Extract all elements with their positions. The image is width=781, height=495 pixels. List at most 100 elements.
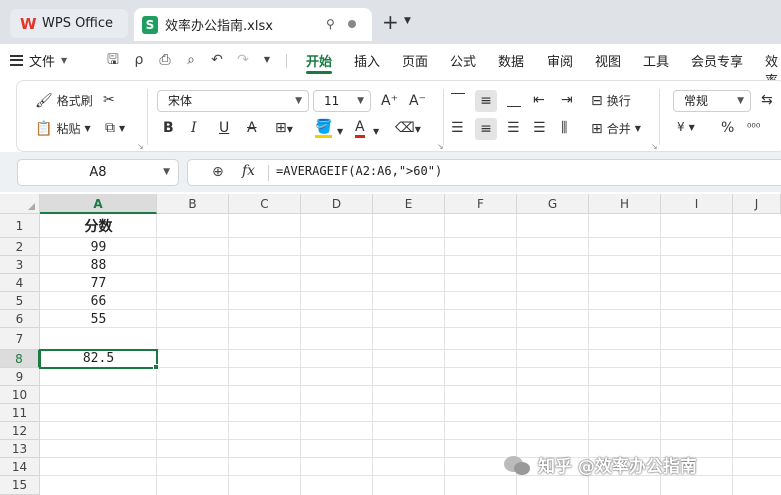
row-header-14[interactable]: 14 (0, 458, 40, 476)
menu-view[interactable]: 视图 (595, 51, 621, 70)
decrease-font-icon[interactable]: A⁻ (409, 93, 426, 109)
row-header-6[interactable]: 6 (0, 310, 40, 328)
align-middle-icon[interactable]: ≡ (475, 90, 497, 112)
formula-bar[interactable]: ⊕ fx =AVERAGEIF(A2:A6,">60") (187, 159, 781, 186)
column-header-e[interactable]: E (373, 194, 445, 214)
cell-a2[interactable]: 99 (40, 240, 157, 256)
export-pdf-icon[interactable]: ⍴ (130, 51, 148, 69)
chevron-down-icon[interactable]: ▼ (373, 124, 379, 140)
row-header-4[interactable]: 4 (0, 274, 40, 292)
increase-indent-icon[interactable]: ⇥ (561, 92, 573, 108)
distributed-icon[interactable]: ⫼ (561, 120, 567, 136)
copy-button[interactable]: ⧉ ▼ (105, 120, 125, 136)
row-header-8[interactable]: 8 (0, 350, 40, 368)
percent-icon[interactable]: % (721, 120, 734, 136)
chevron-down-icon[interactable]: ▼ (337, 124, 343, 140)
row-header-9[interactable]: 9 (0, 368, 40, 386)
column-header-h[interactable]: H (589, 194, 661, 214)
border-icon[interactable]: ⊞▼ (275, 120, 293, 138)
cell-a6[interactable]: 55 (40, 312, 157, 328)
font-size-select[interactable]: 11 ▼ (313, 90, 371, 112)
pin-icon[interactable]: ⚲ (326, 17, 338, 31)
menu-tools[interactable]: 工具 (643, 51, 669, 70)
merge-cells-button[interactable]: ⊞ 合并 ▼ (591, 120, 641, 137)
select-all-corner[interactable] (0, 194, 40, 214)
paste-button[interactable]: 📋 粘贴 ▼ (35, 120, 91, 137)
cell-a4[interactable]: 77 (40, 276, 157, 292)
tab-document[interactable]: S 效率办公指南.xlsx ⚲ (134, 8, 372, 41)
column-header-b[interactable]: B (157, 194, 229, 214)
currency-button[interactable]: ¥ ▼ (677, 120, 695, 134)
clear-format-icon[interactable]: ⌫▼ (395, 120, 421, 138)
font-name-select[interactable]: 宋体 ▼ (157, 90, 309, 112)
row-header-13[interactable]: 13 (0, 440, 40, 458)
row-header-11[interactable]: 11 (0, 404, 40, 422)
format-painter-button[interactable]: 🖌 格式刷 (35, 92, 93, 109)
print-preview-icon[interactable]: ⌕ (182, 51, 200, 69)
column-header-g[interactable]: G (517, 194, 589, 214)
underline-icon[interactable]: U (219, 120, 229, 136)
row-header-5[interactable]: 5 (0, 292, 40, 310)
strikethrough-icon[interactable]: A (247, 120, 257, 136)
gridline (732, 214, 733, 495)
row-header-12[interactable]: 12 (0, 422, 40, 440)
chevron-down-icon: ▼ (61, 55, 68, 65)
new-tab-plus-icon[interactable]: + (382, 12, 399, 32)
column-header-d[interactable]: D (301, 194, 373, 214)
menu-insert[interactable]: 插入 (354, 51, 380, 70)
fx-icon[interactable]: fx (242, 163, 255, 179)
decrease-indent-icon[interactable]: ⇤ (533, 92, 545, 108)
number-format-select[interactable]: 常规 ▼ (673, 90, 751, 112)
font-color-icon[interactable]: A (355, 119, 365, 138)
menu-page[interactable]: 页面 (402, 51, 428, 70)
tab-list-chevron-icon[interactable]: ▼ (404, 16, 411, 26)
gridline (40, 439, 781, 440)
zoom-formula-icon[interactable]: ⊕ (212, 164, 224, 180)
row-header-3[interactable]: 3 (0, 256, 40, 274)
column-header-f[interactable]: F (445, 194, 517, 214)
file-menu-button[interactable]: 文件 ▼ (10, 50, 67, 70)
thousands-separator-icon[interactable]: ⁰⁰⁰ (747, 120, 760, 136)
print-icon[interactable]: ⎙ (156, 51, 174, 69)
cell-a5[interactable]: 66 (40, 294, 157, 310)
bold-icon[interactable]: B (163, 120, 174, 136)
cell-a3[interactable]: 88 (40, 258, 157, 274)
column-header-c[interactable]: C (229, 194, 301, 214)
wrap-text-button[interactable]: ⊟ 换行 (591, 92, 631, 109)
align-left-icon[interactable]: ☰ (451, 120, 464, 136)
justify-icon[interactable]: ☰ (533, 120, 546, 136)
menu-home[interactable]: 开始 (306, 51, 332, 70)
row-header-7[interactable]: 7 (0, 328, 40, 350)
quick-access-chevron-icon[interactable]: ▼ (258, 51, 276, 69)
menu-formula[interactable]: 公式 (450, 51, 476, 70)
formula-input[interactable]: =AVERAGEIF(A2:A6,">60") (276, 164, 442, 178)
column-header-a[interactable]: A (40, 194, 157, 214)
redo-icon[interactable]: ↷ (234, 51, 252, 69)
italic-icon[interactable]: I (191, 120, 197, 136)
align-top-icon[interactable]: ⎺ (451, 92, 465, 108)
row-header-2[interactable]: 2 (0, 238, 40, 256)
align-right-icon[interactable]: ☰ (507, 120, 520, 136)
row-header-10[interactable]: 10 (0, 386, 40, 404)
ribbon-divider (443, 89, 444, 145)
menu-member[interactable]: 会员专享 (691, 51, 743, 70)
column-header-j[interactable]: J (733, 194, 781, 214)
row-header-1[interactable]: 1 (0, 214, 40, 238)
increase-font-icon[interactable]: A⁺ (381, 93, 398, 109)
save-icon[interactable]: 🖫 (104, 51, 122, 69)
column-header-i[interactable]: I (661, 194, 733, 214)
align-center-icon[interactable]: ≡ (475, 118, 497, 140)
cell-a1[interactable]: 分数 (40, 218, 157, 236)
menu-data[interactable]: 数据 (498, 51, 524, 70)
menu-review[interactable]: 审阅 (547, 51, 573, 70)
tab-wps-office[interactable]: W WPS Office (10, 9, 128, 38)
undo-icon[interactable]: ↶ (208, 51, 226, 69)
fill-handle[interactable] (153, 364, 159, 370)
name-box[interactable]: A8 ▼ (17, 159, 179, 186)
align-bottom-icon[interactable]: ⎽ (507, 92, 521, 108)
row-header-15[interactable]: 15 (0, 476, 40, 495)
convert-icon[interactable]: ⇆ (761, 92, 773, 108)
ribbon-toolbar: 🖌 格式刷 ✂ 📋 粘贴 ▼ ⧉ ▼ ↘ 宋体 ▼ 11 ▼ A⁺ A⁻ B I… (16, 80, 781, 152)
cut-icon[interactable]: ✂ (103, 92, 115, 108)
fill-color-icon[interactable]: 🪣 (315, 119, 333, 138)
